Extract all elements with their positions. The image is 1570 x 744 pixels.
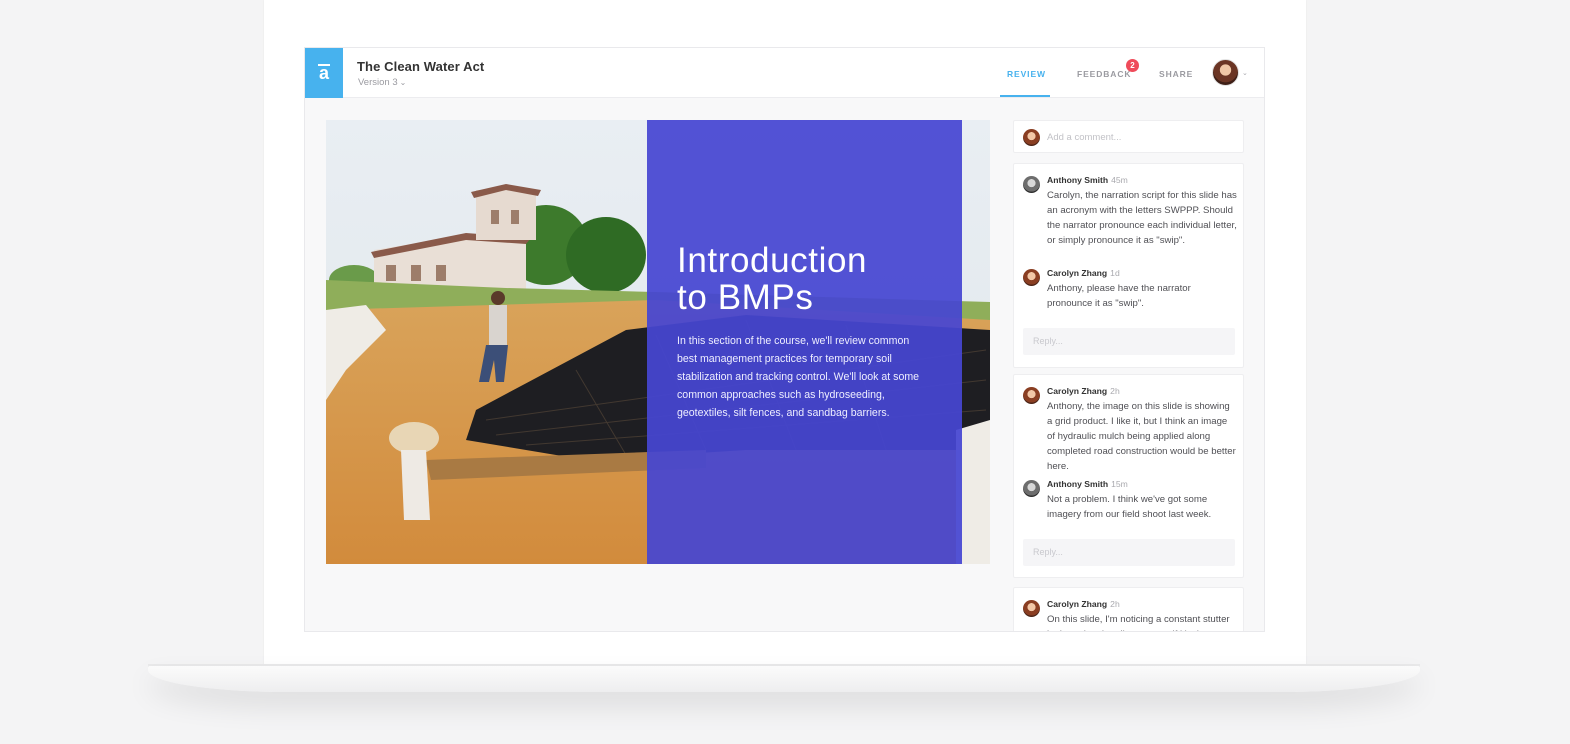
comment-time: 45m — [1111, 175, 1128, 185]
current-user-avatar — [1023, 129, 1040, 146]
version-selector[interactable]: Version 3 ⌄ — [358, 77, 406, 88]
comment-text: Anthony, please have the narrator pronou… — [1047, 283, 1191, 309]
avatar — [1023, 387, 1040, 404]
slide-body-text: In this section of the course, we'll rev… — [677, 335, 920, 419]
comment-thread: Carolyn Zhang 2h Anthony, the image on th… — [1013, 374, 1244, 578]
comment-time: 1d — [1110, 268, 1120, 278]
comment-author: Anthony Smith — [1047, 479, 1109, 489]
app-logo[interactable]: a — [305, 48, 343, 98]
comment: Carolyn Zhang 2h On this slide, I'm notic… — [1023, 599, 1235, 631]
avatar — [1023, 600, 1040, 617]
review-app-window: a The Clean Water Act Version 3 ⌄ REVIEW … — [304, 47, 1265, 632]
slide-title-line-2: to BMPs — [677, 278, 814, 317]
comment: Carolyn Zhang 2h Anthony, the image on th… — [1023, 386, 1236, 476]
comment-thread: Anthony Smith 45m Carolyn, the narration … — [1013, 163, 1244, 368]
add-comment-input[interactable]: Add a comment... — [1047, 132, 1121, 143]
reply-placeholder: Reply... — [1033, 547, 1063, 557]
user-avatar[interactable] — [1212, 59, 1239, 86]
comment-text: Anthony, the image on this slide is show… — [1047, 401, 1236, 472]
comment-thread: Carolyn Zhang 2h On this slide, I'm notic… — [1013, 587, 1244, 631]
device-mockup: a The Clean Water Act Version 3 ⌄ REVIEW … — [0, 0, 1570, 744]
add-comment-box[interactable]: Add a comment... — [1013, 120, 1244, 153]
comment-author: Carolyn Zhang — [1047, 599, 1108, 609]
comments-sidebar: Add a comment... Anthony Smith 45m Caroly… — [1013, 120, 1244, 631]
comment-author: Carolyn Zhang — [1047, 386, 1108, 396]
avatar — [1023, 269, 1040, 286]
comment: Anthony Smith 15m Not a problem. I think … — [1023, 479, 1235, 524]
tab-share[interactable]: SHARE — [1159, 69, 1193, 79]
comment-header: Carolyn Zhang 1d — [1047, 268, 1120, 278]
comment-time: 2h — [1110, 386, 1120, 396]
active-tab-indicator — [1000, 95, 1050, 97]
comment-author: Carolyn Zhang — [1047, 268, 1108, 278]
slide-text-panel: Introduction to BMPs In this section of … — [647, 120, 962, 564]
slide-title: Introduction to BMPs — [677, 242, 947, 316]
feedback-count-badge: 2 — [1126, 59, 1139, 72]
comment-text: On this slide, I'm noticing a constant s… — [1047, 614, 1230, 631]
logo-macron — [318, 64, 330, 66]
comment-text: Not a problem. I think we've got some im… — [1047, 494, 1212, 520]
comment-author: Anthony Smith — [1047, 175, 1109, 185]
comment-header: Carolyn Zhang 2h — [1047, 386, 1120, 396]
tab-feedback[interactable]: FEEDBACK — [1077, 69, 1131, 79]
reply-input[interactable]: Reply... — [1023, 539, 1235, 566]
user-menu-chevron-icon[interactable]: ⌄ — [1242, 69, 1248, 77]
top-bar: a The Clean Water Act Version 3 ⌄ REVIEW … — [305, 48, 1264, 98]
slide-title-line-1: Introduction — [677, 241, 868, 280]
comment-time: 15m — [1111, 479, 1128, 489]
document-title: The Clean Water Act — [357, 59, 485, 74]
reply-placeholder: Reply... — [1033, 336, 1063, 346]
version-label: Version 3 — [358, 77, 398, 88]
tab-review[interactable]: REVIEW — [1007, 69, 1046, 79]
comment-header: Anthony Smith 15m — [1047, 479, 1128, 489]
slide-preview[interactable]: Introduction to BMPs In this section of … — [326, 120, 990, 564]
comment-text: Carolyn, the narration script for this s… — [1047, 190, 1237, 246]
laptop-base — [148, 666, 1420, 692]
avatar — [1023, 480, 1040, 497]
chevron-down-icon: ⌄ — [399, 78, 407, 87]
comment: Anthony Smith 45m Carolyn, the narration … — [1023, 175, 1237, 265]
comment-time: 2h — [1110, 599, 1120, 609]
comment-header: Anthony Smith 45m — [1047, 175, 1128, 185]
comment-header: Carolyn Zhang 2h — [1047, 599, 1120, 609]
avatar — [1023, 176, 1040, 193]
comment: Carolyn Zhang 1d Anthony, please have the… — [1023, 268, 1235, 313]
reply-input[interactable]: Reply... — [1023, 328, 1235, 355]
